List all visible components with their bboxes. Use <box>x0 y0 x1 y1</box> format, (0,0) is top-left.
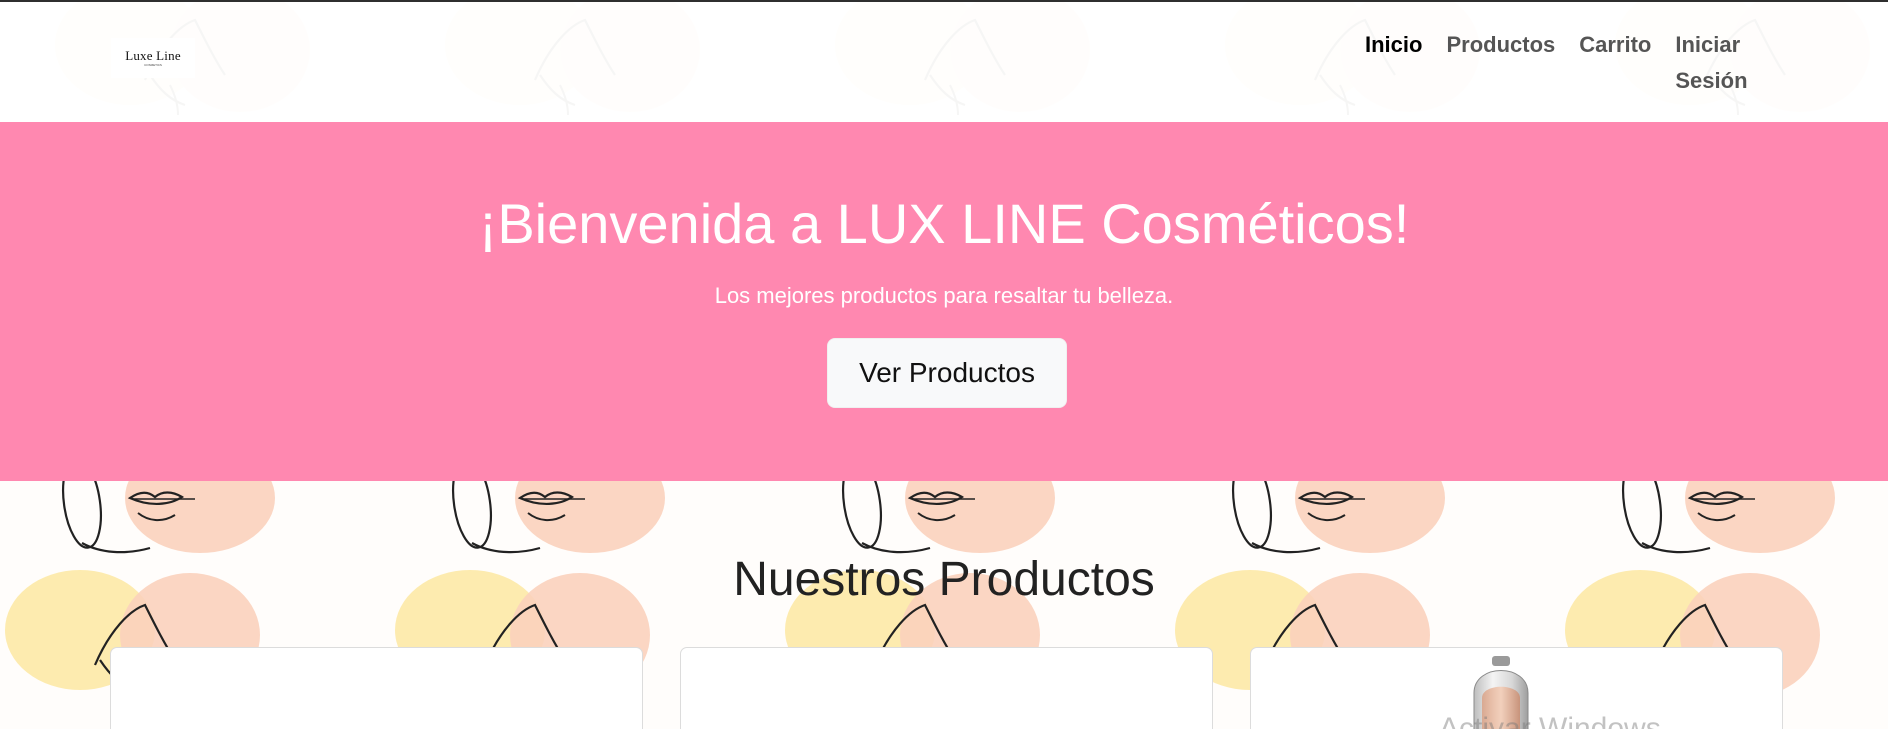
main-nav: Inicio Productos Carrito Iniciar Sesión <box>1353 27 1777 99</box>
window-top-border <box>0 0 1888 2</box>
product-card[interactable] <box>110 647 643 729</box>
ver-productos-button[interactable]: Ver Productos <box>827 338 1067 408</box>
product-card[interactable] <box>680 647 1213 729</box>
nav-link-inicio[interactable]: Inicio <box>1353 27 1434 63</box>
brand-subtitle: COSMETICS <box>144 63 162 67</box>
nav-link-carrito[interactable]: Carrito <box>1567 27 1663 63</box>
products-section-title: Nuestros Productos <box>733 553 1155 606</box>
navbar: Luxe Line COSMETICS Inicio Productos Car… <box>0 2 1888 122</box>
brand-name: Luxe Line <box>125 48 181 63</box>
brand-logo[interactable]: Luxe Line COSMETICS <box>111 38 195 78</box>
hero-title: ¡Bienvenida a LUX LINE Cosméticos! <box>478 192 1410 255</box>
hero-banner: ¡Bienvenida a LUX LINE Cosméticos! Los m… <box>0 122 1888 481</box>
nav-link-iniciar-sesion[interactable]: Iniciar Sesión <box>1663 27 1777 99</box>
windows-activation-watermark: Activar Windows <box>1439 712 1661 729</box>
hero-subtitle: Los mejores productos para resaltar tu b… <box>714 283 1174 308</box>
nav-link-productos[interactable]: Productos <box>1434 27 1567 63</box>
product-card[interactable]: Activar Windows <box>1250 647 1783 729</box>
